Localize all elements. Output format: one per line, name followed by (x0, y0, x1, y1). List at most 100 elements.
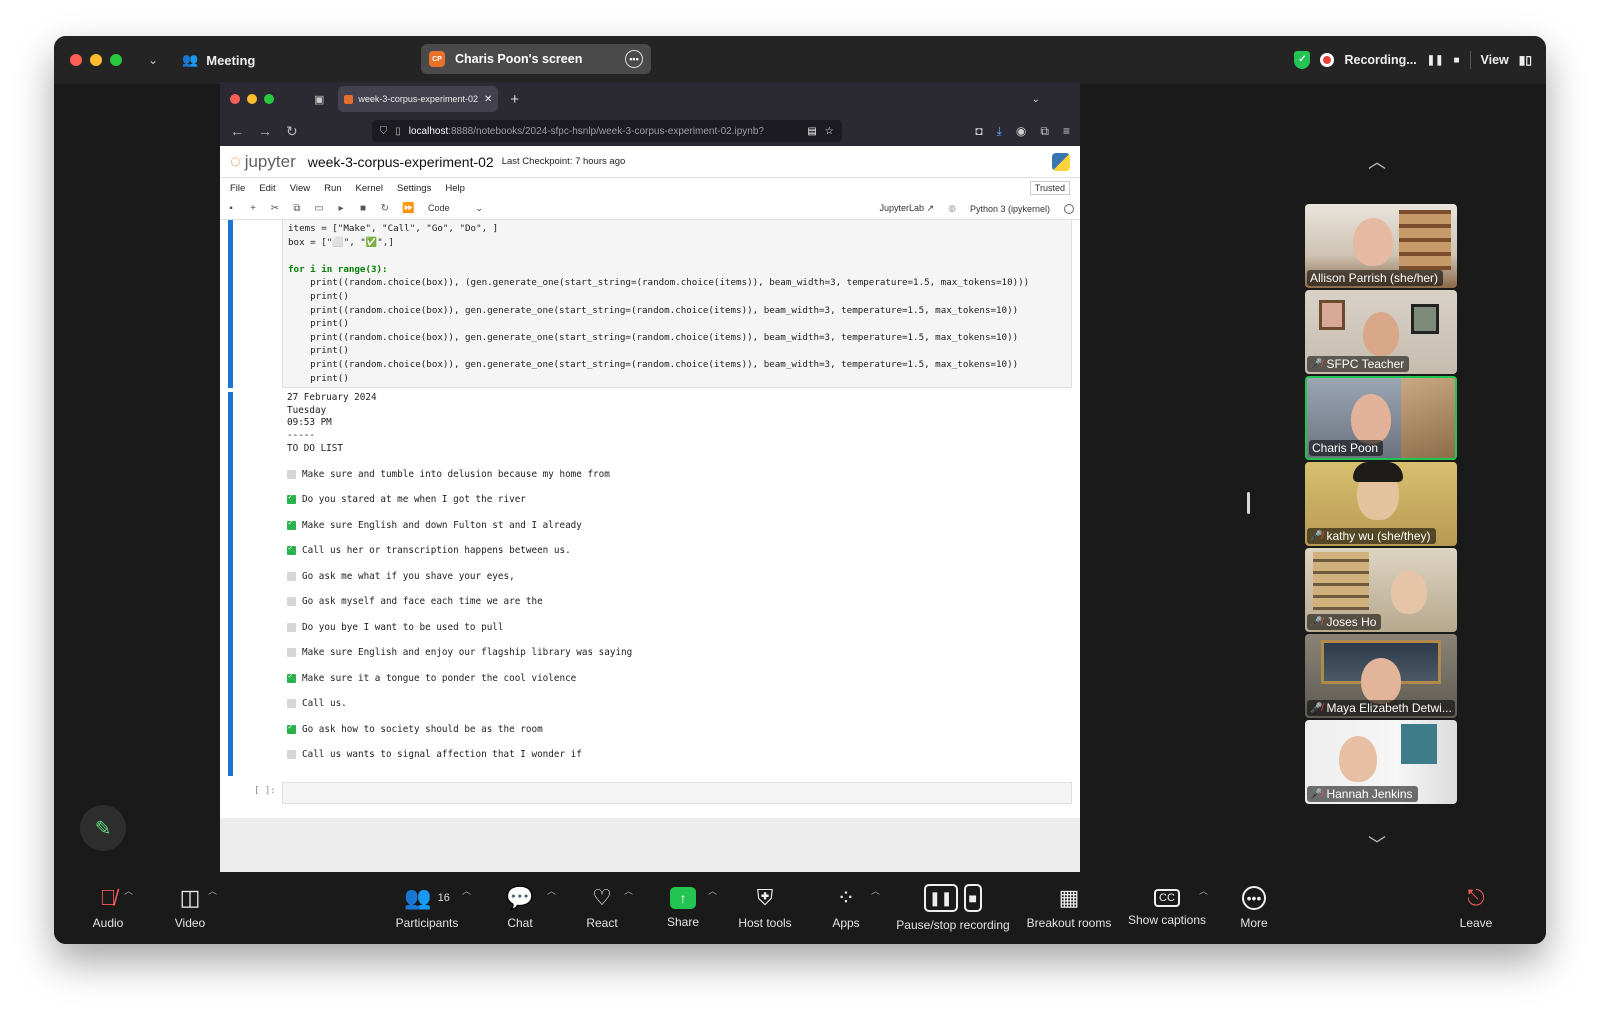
notebook-area: items = ["Make", "Call", "Go", "Do", ] b… (220, 220, 1080, 872)
minimize-window-button[interactable] (90, 54, 102, 66)
participants-button[interactable]: 👥 16 Participants (388, 872, 466, 944)
encryption-shield-icon[interactable]: ✓ (1294, 51, 1311, 69)
breakout-grid-icon: ▦ (1058, 885, 1080, 910)
close-tab-icon[interactable]: ✕ (484, 94, 492, 105)
chat-caret-icon[interactable]: ︿ (547, 884, 556, 897)
checkbox-checked-icon (287, 543, 296, 556)
participant-tile[interactable]: 🎤̸ SFPC Teacher (1305, 290, 1457, 374)
chevron-down-icon[interactable]: ⌄ (148, 53, 158, 67)
fast-forward-icon[interactable]: ⏩ (402, 203, 414, 214)
leave-button[interactable]: ⎋ Leave (1456, 872, 1496, 944)
stop-icon[interactable]: ■ (358, 203, 368, 214)
menu-run[interactable]: Run (324, 183, 341, 194)
show-captions-button[interactable]: CC Show captions (1126, 872, 1208, 944)
captions-label: Show captions (1127, 913, 1207, 927)
extensions-icon[interactable]: ⧉ (1040, 124, 1049, 139)
participant-tile[interactable]: 🎤̸ Maya Elizabeth Detwi... (1305, 634, 1457, 718)
code-cell-editor[interactable]: items = ["Make", "Call", "Go", "Do", ] b… (282, 220, 1072, 388)
reload-icon[interactable]: ↻ (286, 123, 298, 140)
url-bar[interactable]: ⛉ ▯ localhost:8888/notebooks/2024-sfpc-h… (371, 120, 842, 142)
react-caret-icon[interactable]: ︿ (624, 884, 633, 897)
browser-maximize-button[interactable] (264, 94, 274, 104)
view-button[interactable]: View (1481, 53, 1509, 67)
menu-view[interactable]: View (290, 183, 310, 194)
participant-tile[interactable]: 🎤̸ Hannah Jenkins (1305, 720, 1457, 804)
annotate-pencil-button[interactable]: ✎ (80, 805, 126, 851)
apps-button[interactable]: ⁘ Apps (826, 872, 866, 944)
new-tab-icon[interactable]: + (510, 91, 519, 108)
chat-button[interactable]: 💬 Chat (500, 872, 540, 944)
pause-recording-icon[interactable]: ❚❚ (1427, 55, 1444, 66)
shared-screen: ▣ week-3-corpus-experiment-02 ✕ + ⌄ ← → … (220, 82, 1080, 872)
breakout-rooms-button[interactable]: ▦ Breakout rooms (1026, 872, 1112, 944)
menu-file[interactable]: File (230, 183, 245, 194)
video-options-caret-icon[interactable]: ︿ (208, 884, 217, 897)
browser-close-button[interactable] (230, 94, 240, 104)
scroll-up-chevron-icon[interactable]: ︿ (1357, 148, 1397, 172)
hamburger-menu-icon[interactable]: ≡ (1063, 124, 1070, 139)
share-button[interactable]: ↑ Share (662, 872, 704, 944)
apps-caret-icon[interactable]: ︿ (871, 884, 880, 897)
code-line: print((random.choice(box)), gen.generate… (288, 304, 1019, 316)
muted-mic-icon: 🎤̸ (1310, 788, 1323, 800)
open-jupyterlab-link[interactable]: JupyterLab ↗ (880, 203, 935, 214)
more-button[interactable]: ••• More (1234, 872, 1274, 944)
trusted-indicator[interactable]: Trusted (1029, 181, 1070, 195)
cell-type-select[interactable]: Code ⌄ (428, 203, 483, 214)
menu-settings[interactable]: Settings (397, 183, 431, 194)
jupyter-logo[interactable]: ◌ jupyter (230, 151, 296, 172)
resize-handle[interactable] (1247, 492, 1250, 514)
account-icon[interactable]: ◉ (1016, 124, 1026, 139)
screen-share-indicator[interactable]: CP Charis Poon's screen ••• (421, 44, 651, 74)
forward-icon[interactable]: → (258, 123, 272, 139)
save-icon[interactable]: ▪ (226, 203, 236, 214)
participant-tile-active-speaker[interactable]: Charis Poon (1305, 376, 1457, 460)
checkbox-checked-icon (287, 722, 296, 734)
participant-tile[interactable]: 🎤̸ kathy wu (she/they) (1305, 462, 1457, 546)
tab-list-chevron-icon[interactable]: ⌄ (1032, 94, 1040, 105)
participant-tile[interactable]: 🎤̸ Joses Ho (1305, 548, 1457, 632)
menu-kernel[interactable]: Kernel (356, 183, 383, 194)
pause-stop-recording-button[interactable]: ❚❚ ■ Pause/stop recording (894, 872, 1012, 944)
reader-mode-icon[interactable]: ▤ (807, 126, 816, 137)
output-time: 09:53 PM (287, 417, 332, 429)
scroll-down-chevron-icon[interactable]: ﹀ (1357, 831, 1397, 855)
paste-icon[interactable]: ▭ (314, 203, 324, 214)
audio-options-caret-icon[interactable]: ︿ (124, 884, 133, 897)
participant-tile[interactable]: Allison Parrish (she/her) (1305, 204, 1457, 288)
react-button[interactable]: ♡ React (580, 872, 624, 944)
bookmark-star-icon[interactable]: ☆ (825, 126, 834, 137)
cell-type-value: Code (428, 203, 450, 213)
copy-icon[interactable]: ⧉ (292, 203, 302, 214)
react-label: React (586, 916, 618, 930)
audio-button[interactable]: 🎙̸ Audio (80, 872, 136, 944)
maximize-window-button[interactable] (110, 54, 122, 66)
menu-help[interactable]: Help (445, 183, 465, 194)
restart-icon[interactable]: ↻ (380, 203, 390, 214)
insert-cell-icon[interactable]: + (248, 203, 258, 214)
menu-edit[interactable]: Edit (259, 183, 275, 194)
share-caret-icon[interactable]: ︿ (708, 884, 717, 897)
captions-caret-icon[interactable]: ︿ (1199, 884, 1208, 897)
pocket-icon[interactable]: ◘ (975, 124, 982, 139)
empty-code-cell[interactable] (282, 782, 1072, 804)
download-icon[interactable]: ⤓ (997, 124, 1002, 139)
notebook-title[interactable]: week-3-corpus-experiment-02 (308, 154, 494, 170)
run-icon[interactable]: ▸ (336, 203, 346, 214)
more-options-icon[interactable]: ••• (625, 50, 643, 68)
browser-tab[interactable]: week-3-corpus-experiment-02 ✕ (338, 86, 499, 112)
participants-caret-icon[interactable]: ︿ (462, 884, 471, 897)
host-tools-button[interactable]: ⛨ Host tools (734, 872, 796, 944)
cut-icon[interactable]: ✂ (270, 203, 280, 214)
meeting-menu[interactable]: 👥 Meeting (182, 52, 255, 68)
close-window-button[interactable] (70, 54, 82, 66)
tab-overview-icon[interactable]: ▣ (314, 93, 324, 106)
kernel-status-icon: ◍ (948, 203, 956, 213)
video-button[interactable]: ◫ Video (162, 872, 218, 944)
view-layout-icon[interactable]: ▮▯ (1519, 53, 1532, 67)
kernel-name[interactable]: Python 3 (ipykernel) (970, 204, 1050, 214)
participant-name-label: 🎤̸ SFPC Teacher (1307, 356, 1410, 372)
back-icon[interactable]: ← (230, 123, 244, 139)
stop-recording-icon[interactable]: ■ (1453, 55, 1459, 66)
browser-minimize-button[interactable] (247, 94, 257, 104)
